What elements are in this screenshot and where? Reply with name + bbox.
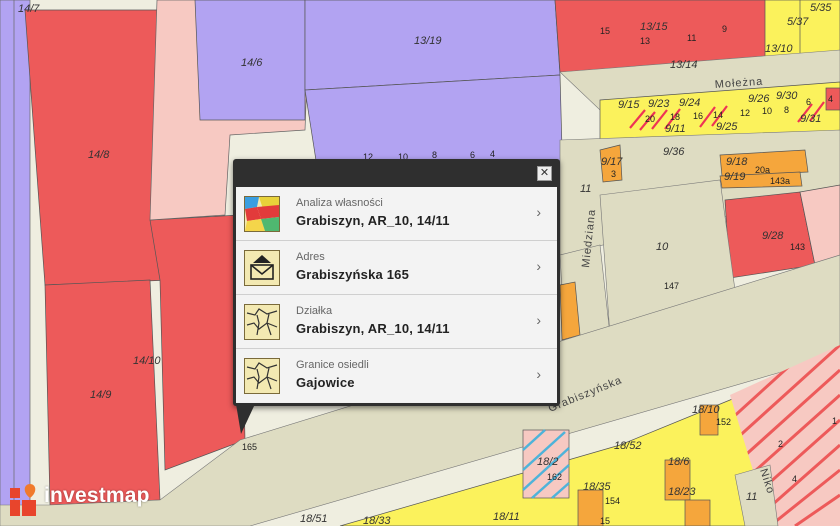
popup-row-address[interactable]: Adres Grabiszyńska 165 › — [236, 241, 557, 295]
popup-header: ✕ — [233, 159, 560, 187]
house-number: 4 — [792, 474, 797, 484]
plot-label: 9/25 — [716, 121, 738, 133]
house-number: 20a — [755, 165, 770, 175]
chevron-right-icon: › — [536, 258, 541, 274]
plot-label: 14/6 — [241, 57, 263, 69]
plot-label: 18/33 — [363, 515, 391, 526]
house-number: 14 — [713, 110, 723, 120]
house-number: 3 — [611, 169, 616, 179]
plot-label: 18/11 — [493, 511, 520, 523]
close-icon: ✕ — [539, 167, 550, 179]
house-number: 12 — [740, 108, 750, 118]
plot-label: 9/23 — [648, 98, 670, 110]
house-number: 6 — [806, 97, 811, 107]
plot-label: 9/11 — [665, 123, 686, 135]
plot-label: 13/10 — [765, 43, 793, 55]
parcel-info-popup: ✕ Analiza własności Grabiszyn, AR_10, 14… — [233, 159, 560, 406]
plot-label: 5/37 — [787, 16, 809, 28]
row-value: Grabiszyn, AR_10, 14/11 — [296, 321, 450, 336]
parcel-map-icon — [244, 304, 280, 340]
plot-label: 18/10 — [692, 404, 720, 416]
chevron-right-icon: › — [536, 312, 541, 328]
plot-label: 18/52 — [614, 440, 642, 452]
house-number: 15 — [600, 516, 610, 526]
chevron-right-icon: › — [536, 366, 541, 382]
house-number: 1 — [832, 416, 837, 426]
chevron-right-icon: › — [536, 204, 541, 220]
house-number: 18 — [670, 112, 680, 122]
address-envelope-icon — [244, 250, 280, 286]
house-number: 143 — [790, 242, 805, 252]
house-number: 16 — [693, 111, 703, 121]
row-value: Grabiszyn, AR_10, 14/11 — [296, 213, 450, 228]
plot-label: 13/19 — [414, 35, 442, 47]
row-category: Adres — [296, 251, 325, 263]
row-value: Gajowice — [296, 375, 355, 390]
house-number: 4 — [490, 149, 495, 159]
plot-label: 9/17 — [601, 156, 623, 168]
popup-row-parcel[interactable]: Działka Grabiszyn, AR_10, 14/11 › — [236, 295, 557, 349]
house-number: 2 — [778, 439, 783, 449]
house-number: 152 — [716, 417, 731, 427]
logo-text: investmap — [44, 484, 150, 507]
district-boundary-icon — [244, 358, 280, 394]
popup-list: Analiza własności Grabiszyn, AR_10, 14/1… — [236, 187, 557, 403]
house-number: 162 — [547, 472, 562, 482]
plot-label: 18/51 — [300, 513, 328, 525]
popup-row-ownership[interactable]: Analiza własności Grabiszyn, AR_10, 14/1… — [236, 187, 557, 241]
plot-label: 9/18 — [726, 156, 748, 168]
house-number: 15 — [600, 26, 610, 36]
house-number: 10 — [762, 106, 772, 116]
house-number: 147 — [664, 281, 679, 291]
plot-label: 14/10 — [133, 355, 161, 367]
house-number: 13 — [640, 36, 650, 46]
plot-label: 18/6 — [668, 456, 690, 468]
plot-label: 18/35 — [583, 481, 611, 493]
plot-label: 10 — [656, 241, 669, 253]
row-category: Działka — [296, 305, 333, 317]
house-number: 4 — [828, 94, 833, 104]
plot-label: 11 — [580, 183, 591, 195]
house-number: 154 — [605, 496, 620, 506]
popup-row-district[interactable]: Granice osiedli Gajowice › — [236, 349, 557, 402]
plot-label: 9/15 — [618, 99, 640, 111]
plot-label: 9/36 — [663, 146, 685, 158]
house-number: 165 — [242, 442, 257, 452]
plot-label: 14/7 — [18, 3, 40, 15]
house-number: 20 — [645, 114, 655, 124]
plot-label: 9/26 — [748, 93, 770, 105]
popup-pointer — [236, 404, 255, 434]
plot-label: 18/23 — [668, 486, 696, 498]
plot-label: 9/28 — [762, 230, 784, 242]
plot-label: 13/15 — [640, 21, 668, 33]
investmap-logo-icon — [10, 484, 36, 516]
house-number: 143a — [770, 176, 790, 186]
plot-label: 11 — [746, 491, 757, 503]
plot-label: 13/14 — [670, 59, 698, 71]
row-category: Granice osiedli — [296, 359, 369, 371]
plot-label: 9/31 — [800, 113, 821, 125]
plot-label: 14/8 — [88, 149, 110, 161]
plot-label: 14/9 — [90, 389, 111, 401]
house-number: 9 — [722, 24, 727, 34]
plot-label: 9/19 — [724, 171, 745, 183]
house-number: 11 — [687, 33, 696, 43]
house-number: 8 — [784, 105, 789, 115]
plot-label: 9/30 — [776, 90, 798, 102]
ownership-map-icon — [244, 196, 280, 232]
plot-label: 9/24 — [679, 97, 700, 109]
plot-label: 5/35 — [810, 2, 832, 14]
row-category: Analiza własności — [296, 197, 383, 209]
plot-label: 18/2 — [537, 456, 558, 468]
row-value: Grabiszyńska 165 — [296, 267, 410, 282]
close-button[interactable]: ✕ — [537, 166, 552, 181]
